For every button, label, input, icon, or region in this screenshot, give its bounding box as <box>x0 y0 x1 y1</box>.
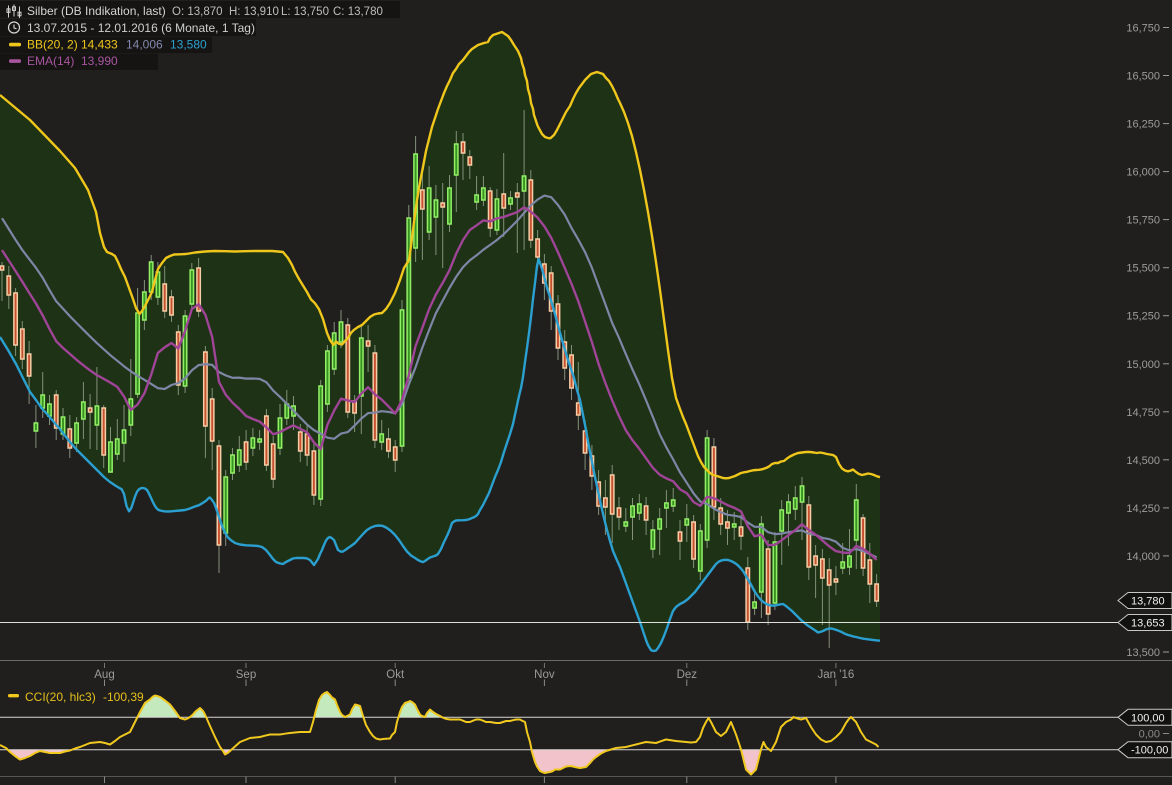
svg-text:C: 13,780: C: 13,780 <box>333 6 383 18</box>
svg-text:100,00: 100,00 <box>1131 712 1165 724</box>
svg-text:Sep: Sep <box>236 669 256 681</box>
svg-text:14,006: 14,006 <box>126 38 163 52</box>
svg-text:15,250: 15,250 <box>1126 311 1160 323</box>
svg-text:-100,00: -100,00 <box>1131 745 1168 757</box>
svg-text:Okt: Okt <box>386 669 405 681</box>
svg-text:Nov: Nov <box>534 669 555 681</box>
svg-text:-100,39: -100,39 <box>103 690 144 704</box>
svg-text:14,500: 14,500 <box>1126 455 1160 467</box>
svg-text:L: 13,750: L: 13,750 <box>281 6 329 18</box>
svg-text:14,000: 14,000 <box>1126 551 1160 563</box>
svg-text:13,653: 13,653 <box>1131 618 1165 630</box>
svg-text:EMA(14): EMA(14) <box>27 54 74 68</box>
svg-text:Jan '16: Jan '16 <box>818 669 855 681</box>
svg-text:14,433: 14,433 <box>81 38 118 52</box>
svg-text:15,500: 15,500 <box>1126 263 1160 275</box>
svg-text:Silber (DB Indikation, last): Silber (DB Indikation, last) <box>27 4 166 18</box>
svg-text:16,250: 16,250 <box>1126 119 1160 131</box>
svg-text:16,500: 16,500 <box>1126 71 1160 83</box>
svg-text:Dez: Dez <box>677 669 698 681</box>
svg-text:16,750: 16,750 <box>1126 23 1160 35</box>
svg-text:CCI(20, hlc3): CCI(20, hlc3) <box>25 690 96 704</box>
svg-text:0,00: 0,00 <box>1139 729 1160 741</box>
svg-text:BB(20, 2): BB(20, 2) <box>27 38 78 52</box>
svg-text:Aug: Aug <box>94 669 114 681</box>
svg-text:13.07.2015 - 12.01.2016 (6 Mon: 13.07.2015 - 12.01.2016 (6 Monate, 1 Tag… <box>27 21 255 35</box>
svg-text:13,580: 13,580 <box>170 38 207 52</box>
svg-text:14,250: 14,250 <box>1126 503 1160 515</box>
svg-text:O: 13,870: O: 13,870 <box>172 6 223 18</box>
svg-text:16,000: 16,000 <box>1126 167 1160 179</box>
svg-text:H: 13,910: H: 13,910 <box>229 6 279 18</box>
svg-text:14,750: 14,750 <box>1126 407 1160 419</box>
svg-text:15,750: 15,750 <box>1126 215 1160 227</box>
svg-text:13,990: 13,990 <box>81 54 118 68</box>
svg-text:13,780: 13,780 <box>1131 596 1165 608</box>
svg-text:15,000: 15,000 <box>1126 359 1160 371</box>
svg-text:13,500: 13,500 <box>1126 647 1160 659</box>
